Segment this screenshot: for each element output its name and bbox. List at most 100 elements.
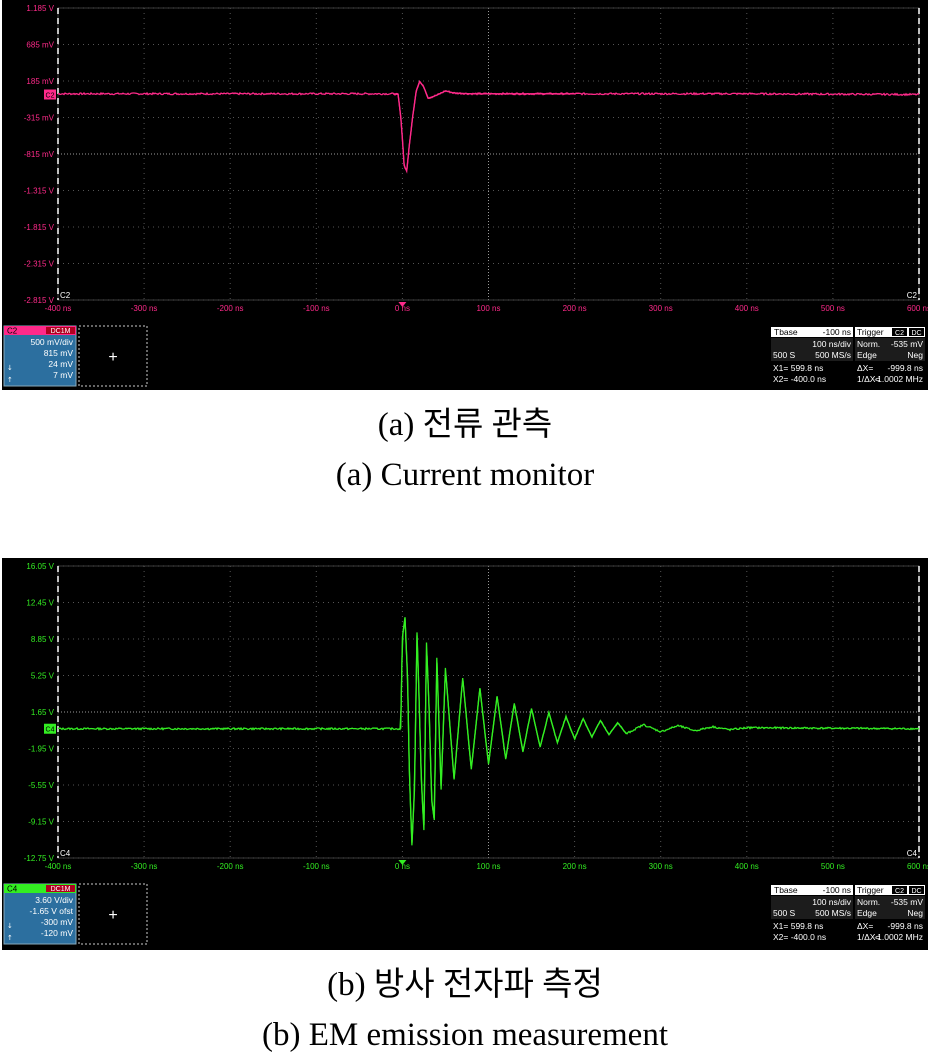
sample-count: 500 S	[773, 350, 796, 360]
channel-label-right: C4	[907, 849, 918, 858]
coupling-label: DC1M	[51, 328, 71, 335]
cursor-x1: X1= 599.8 ns	[773, 363, 823, 373]
x-tick-label: -100 ns	[303, 862, 330, 871]
trigger-slope: Neg	[907, 908, 923, 918]
x-tick-label: 200 ns	[563, 862, 587, 871]
time-per-div: 100 ns/div	[812, 339, 851, 349]
channel-panel-line: 7 mV	[53, 370, 73, 380]
caption-korean-a: (a) 전류 관측	[377, 407, 553, 443]
tbase-value: -100 ns	[823, 327, 851, 337]
trigger-type: Edge	[857, 908, 877, 918]
caption-english-a: (a) Current monitor	[335, 457, 595, 493]
trigger-label: Trigger	[857, 327, 884, 337]
x-tick-label: 100 ns	[476, 862, 500, 871]
channel-label-left: C4	[60, 849, 71, 858]
oscilloscope-screen-current: 1.185 V 685 mV 185 mV -315 mV -815 mV -1.315 …	[2, 0, 928, 390]
trigger-mode: Norm.	[857, 897, 880, 907]
y-tick-label: -5.55 V	[28, 781, 54, 790]
trigger-slope: Neg	[907, 350, 923, 360]
trigger-ch: C2	[895, 330, 904, 337]
grid	[57, 7, 920, 301]
cursor-inv-dx-value: -1.0002 MHz	[874, 932, 923, 942]
trigger-label: Trigger	[857, 885, 884, 895]
channel-panel-line: -120 mV	[41, 928, 73, 938]
trigger-level: -535 mV	[891, 897, 923, 907]
arrow-up-icon: ↑	[7, 376, 13, 384]
caption-english-b: (b) EM emission measurement	[262, 1017, 668, 1053]
trigger-coupling: DC	[911, 888, 921, 895]
cursor-dx-label: ΔX=	[857, 363, 873, 373]
cursor-x1: X1= 599.8 ns	[773, 921, 823, 931]
cursor-dx-value: -999.8 ns	[888, 363, 923, 373]
arrow-up-icon: ↑	[7, 934, 13, 942]
y-tick-label: 8.85 V	[31, 635, 55, 644]
y-tick-label: -815 mV	[24, 150, 55, 159]
x-tick-label: 200 ns	[563, 304, 587, 313]
x-tick-label: 600 ns	[907, 862, 928, 871]
cursor-inv-dx-value: -1.0002 MHz	[874, 374, 923, 384]
trigger-coupling: DC	[911, 330, 921, 337]
cursor-x2: X2= -400.0 ns	[773, 932, 826, 942]
sample-rate: 500 MS/s	[815, 908, 851, 918]
trigger-level: -535 mV	[891, 339, 923, 349]
x-tick-label: -300 ns	[131, 862, 158, 871]
channel-label-right: C2	[907, 291, 918, 300]
y-tick-label: -1.815 V	[24, 223, 55, 232]
x-tick-label: -300 ns	[131, 304, 158, 313]
cursor-dx-value: -999.8 ns	[888, 921, 923, 931]
time-per-div: 100 ns/div	[812, 897, 851, 907]
channel-panel-line: 24 mV	[48, 359, 73, 369]
y-tick-label: 1.185 V	[26, 4, 54, 13]
cursor-dx-label: ΔX=	[857, 921, 873, 931]
channel-panel-line: 500 mV/div	[30, 337, 73, 347]
x-tick-label: -100 ns	[303, 304, 330, 313]
trigger-mode: Norm.	[857, 339, 880, 349]
caption-korean-b: (b) 방사 전자파 측정	[327, 967, 603, 1003]
scope-svg: 1.185 V 685 mV 185 mV -315 mV -815 mV -1.315 …	[3, 4, 928, 387]
y-tick-label: -315 mV	[24, 114, 55, 123]
trigger-type: Edge	[857, 350, 877, 360]
y-tick-label: 16.05 V	[26, 562, 54, 571]
x-tick-label: 600 ns	[907, 304, 928, 313]
scope-svg: 16.05 V 12.45 V 8.85 V 5.25 V 1.65 V -1.95 V -…	[3, 562, 928, 945]
y-tick-label: 12.45 V	[26, 599, 54, 608]
channel-panel-line: 815 mV	[44, 348, 74, 358]
waveform-peaks	[393, 80, 575, 174]
channel-panel-name: C4	[7, 885, 18, 894]
y-tick-label: -2.315 V	[24, 260, 55, 269]
cursor-x2: X2= -400.0 ns	[773, 374, 826, 384]
arrow-down-icon: ↓	[7, 364, 13, 372]
x-tick-label: 300 ns	[649, 304, 673, 313]
y-tick-label: -1.95 V	[28, 745, 54, 754]
trigger-ch: C2	[895, 888, 904, 895]
offset-marker-label: C2	[46, 93, 55, 100]
tbase-label: Tbase	[774, 885, 798, 895]
x-tick-label: -400 ns	[45, 304, 72, 313]
x-tick-label: 500 ns	[821, 304, 845, 313]
sample-count: 500 S	[773, 908, 796, 918]
x-tick-label: -400 ns	[45, 862, 72, 871]
x-tick-label: 300 ns	[649, 862, 673, 871]
x-tick-label: -200 ns	[217, 304, 244, 313]
channel-panel-line: -1.65 V ofst	[30, 906, 74, 916]
tbase-value: -100 ns	[823, 885, 851, 895]
y-tick-label: -9.15 V	[28, 818, 54, 827]
offset-marker-label: C4	[46, 727, 55, 734]
x-tick-label: 500 ns	[821, 862, 845, 871]
tbase-label: Tbase	[774, 327, 798, 337]
x-tick-label: -200 ns	[217, 862, 244, 871]
plus-icon: +	[108, 907, 117, 924]
x-tick-label: 100 ns	[476, 304, 500, 313]
y-tick-label: 685 mV	[26, 41, 54, 50]
oscilloscope-screen-em: 16.05 V 12.45 V 8.85 V 5.25 V 1.65 V -1.95 V -…	[2, 558, 928, 950]
channel-panel-line: 3.60 V/div	[35, 895, 74, 905]
x-tick-label: 400 ns	[735, 304, 759, 313]
grid	[57, 565, 920, 859]
y-tick-label: -1.315 V	[24, 187, 55, 196]
channel-panel-name: C2	[7, 327, 18, 336]
y-tick-label: 1.65 V	[31, 708, 55, 717]
channel-panel-line: -300 mV	[41, 917, 73, 927]
x-tick-label: 400 ns	[735, 862, 759, 871]
channel-label-left: C2	[60, 291, 71, 300]
y-tick-label: 185 mV	[26, 77, 54, 86]
